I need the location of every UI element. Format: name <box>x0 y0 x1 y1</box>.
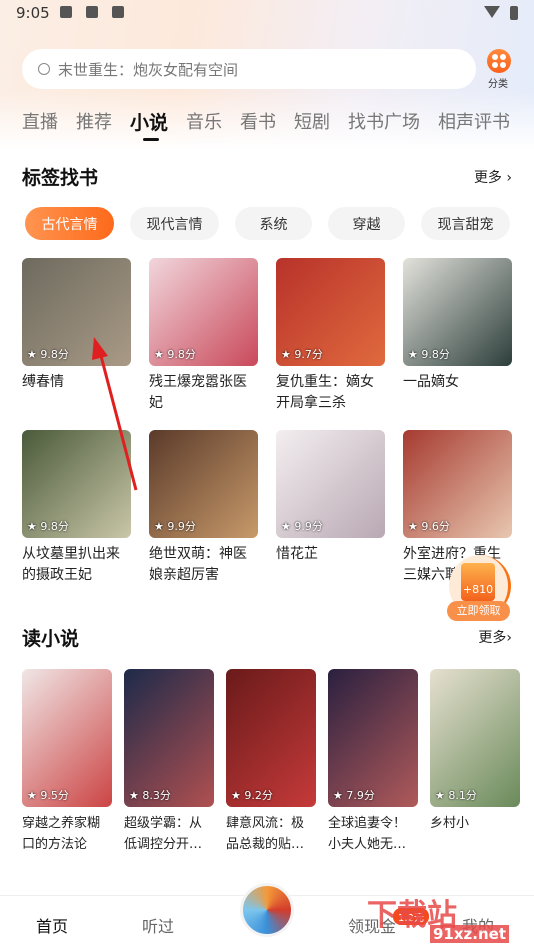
search-input[interactable]: 末世重生：炮灰女配有空间 <box>22 49 476 89</box>
mail-icon <box>86 6 98 18</box>
status-time: 9:05 <box>16 4 50 22</box>
notification-icons <box>60 6 124 18</box>
status-right <box>484 6 518 20</box>
grid-icon <box>487 49 511 73</box>
tab-crosstalk[interactable]: 相声评书 <box>438 108 510 135</box>
tab-live[interactable]: 直播 <box>22 108 58 135</box>
category-label: 分类 <box>488 79 508 90</box>
tab-novel[interactable]: 小说 <box>130 108 168 141</box>
category-button[interactable]: 分类 <box>485 49 513 90</box>
app-icon <box>60 6 72 18</box>
annotation-arrow <box>92 337 138 491</box>
top-tabs: 直播 推荐 小说 音乐 看书 短剧 找书广场 相声评书 <box>22 108 510 141</box>
a-icon <box>112 6 124 18</box>
tab-music[interactable]: 音乐 <box>186 108 222 135</box>
wifi-icon <box>484 6 500 18</box>
search-placeholder: 末世重生：炮灰女配有空间 <box>58 60 239 79</box>
tab-book-square[interactable]: 找书广场 <box>348 108 420 135</box>
tab-read[interactable]: 看书 <box>240 108 276 135</box>
search-icon <box>38 63 50 75</box>
tab-short-drama[interactable]: 短剧 <box>294 108 330 135</box>
tab-recommend[interactable]: 推荐 <box>76 108 112 135</box>
battery-icon <box>510 6 518 20</box>
